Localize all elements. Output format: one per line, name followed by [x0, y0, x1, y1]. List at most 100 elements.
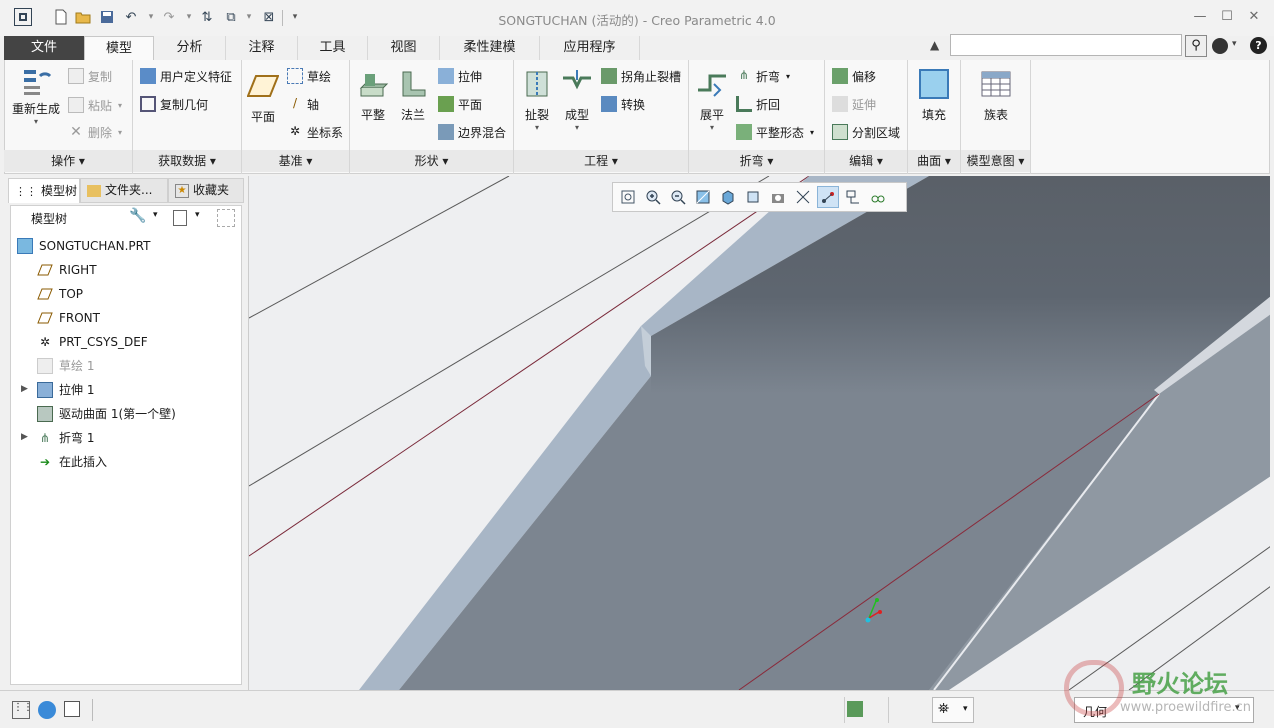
copy-geometry-button[interactable]: 复制几何	[140, 94, 208, 114]
plane-button[interactable]: 平面	[245, 70, 281, 125]
minimize-button[interactable]: —	[1190, 9, 1210, 27]
extend-button[interactable]: 延伸	[832, 94, 876, 114]
tree-item-top[interactable]: TOP	[37, 282, 83, 306]
family-table-label: 族表	[983, 108, 1008, 122]
refit-icon[interactable]	[617, 186, 639, 208]
group-shapes-label[interactable]: 形状 ▾	[350, 150, 514, 172]
tab-flexible-modeling[interactable]: 柔性建模	[440, 36, 540, 60]
tab-analysis[interactable]: 分析	[154, 36, 226, 60]
view-manager-icon[interactable]	[767, 186, 789, 208]
bend-back-button[interactable]: 折回	[736, 94, 780, 114]
udf-button[interactable]: 用户定义特征	[140, 66, 232, 86]
search-input[interactable]	[950, 34, 1182, 56]
extrude-button[interactable]: 拉伸	[438, 66, 482, 86]
spin-center-icon[interactable]	[817, 186, 839, 208]
tree-item-csys[interactable]: ✲ PRT_CSYS_DEF	[37, 330, 148, 354]
group-model-intent-label[interactable]: 模型意图 ▾	[961, 150, 1031, 172]
group-surfaces-label[interactable]: 曲面 ▾	[908, 150, 961, 172]
tab-applications[interactable]: 应用程序	[540, 36, 640, 60]
display-style-icon[interactable]	[717, 186, 739, 208]
unbend-dropdown-icon[interactable]: ▾	[710, 123, 714, 132]
tree-columns-icon[interactable]	[173, 210, 187, 226]
group-get-data-label[interactable]: 获取数据 ▾	[133, 150, 242, 172]
group-datum-label[interactable]: 基准 ▾	[242, 150, 350, 172]
group-operations-label[interactable]: 操作 ▾	[4, 150, 133, 172]
tree-settings-dropdown-icon[interactable]: ▾	[153, 210, 158, 220]
tab-annotate[interactable]: 注释	[226, 36, 298, 60]
regenerate-status-icon[interactable]	[847, 701, 863, 717]
bend-button[interactable]: ⋔ 折弯 ▾	[736, 66, 790, 86]
tree-item-front[interactable]: FRONT	[37, 306, 100, 330]
insert-arrow-icon: ➔	[39, 455, 51, 469]
tab-folder-browser[interactable]: 文件夹...	[80, 178, 168, 203]
paste-button[interactable]: 粘贴 ▾	[68, 95, 122, 115]
planar-button[interactable]: 平面	[438, 94, 482, 114]
tree-item-part[interactable]: SONGTUCHAN.PRT	[17, 234, 150, 258]
regenerate-button[interactable]: 重新生成 ▾	[8, 66, 64, 126]
rip-button[interactable]: 扯裂 ▾	[518, 68, 556, 132]
tree-item-insert-here[interactable]: ➔ 在此插入	[37, 450, 107, 474]
sketch-button[interactable]: 草绘	[287, 66, 331, 86]
corner-relief-button[interactable]: 拐角止裂槽	[601, 66, 681, 86]
tab-model[interactable]: 模型	[84, 36, 154, 61]
tab-favorites[interactable]: ★ 收藏夹	[168, 178, 244, 203]
collapse-ribbon-icon[interactable]: ▲	[930, 38, 939, 52]
tab-model-tree[interactable]: ⋮⋮ 模型树	[8, 178, 80, 203]
search-icon[interactable]: ⚲	[1185, 35, 1207, 57]
regenerate-dropdown-icon[interactable]: ▾	[34, 117, 38, 126]
tree-item-wall[interactable]: 驱动曲面 1(第一个壁)	[37, 402, 176, 426]
tree-settings-icon[interactable]: 🔧	[129, 208, 146, 224]
group-bends-label[interactable]: 折弯 ▾	[689, 150, 825, 172]
fill-button[interactable]: 填充	[915, 68, 953, 123]
flat-button[interactable]: 平整	[356, 68, 390, 123]
tree-item-sketch[interactable]: 草绘 1	[37, 354, 94, 378]
split-area-button[interactable]: 分割区域	[832, 122, 900, 142]
delete-button[interactable]: ✕ 删除 ▾	[68, 122, 122, 142]
boundary-blend-button[interactable]: 边界混合	[438, 122, 506, 142]
browser-icon[interactable]	[38, 701, 56, 719]
form-button[interactable]: 成型 ▾	[558, 68, 596, 132]
tab-view[interactable]: 视图	[368, 36, 440, 60]
tree-columns-dropdown-icon[interactable]: ▾	[195, 210, 200, 220]
find-button[interactable]: ⛯ ▾	[932, 697, 974, 723]
flange-button[interactable]: 法兰	[396, 68, 430, 123]
zoom-out-icon[interactable]	[667, 186, 689, 208]
tree-item-extrude[interactable]: 拉伸 1	[37, 378, 94, 402]
full-screen-icon[interactable]	[64, 701, 80, 717]
datum-display-icon[interactable]	[792, 186, 814, 208]
unbend-button[interactable]: 展平 ▾	[693, 68, 731, 132]
tree-item-right[interactable]: RIGHT	[37, 258, 97, 282]
repaint-icon[interactable]	[692, 186, 714, 208]
csys-button[interactable]: ✲ 坐标系	[287, 122, 343, 142]
title-bar: ↶ ▾ ↷ ▾ ⇅ ⧉ ▾ ⊠ ▾ SONGTUCHAN (活动的) - Cre…	[0, 0, 1274, 36]
rip-dropdown-icon[interactable]: ▾	[535, 123, 539, 132]
group-editing-label[interactable]: 编辑 ▾	[825, 150, 908, 172]
annotation-display-icon[interactable]	[842, 186, 864, 208]
offset-button[interactable]: 偏移	[832, 66, 876, 86]
zoom-in-icon[interactable]	[642, 186, 664, 208]
axis-button[interactable]: / 轴	[287, 94, 319, 114]
community-dropdown-icon[interactable]: ▾	[1232, 39, 1237, 49]
family-table-button[interactable]: 族表	[976, 68, 1016, 123]
extrude-label: 拉伸	[458, 69, 483, 84]
help-icon[interactable]: ?	[1250, 37, 1267, 54]
expand-arrow-icon[interactable]: ▶	[21, 432, 28, 442]
copy-button[interactable]: 复制	[68, 66, 112, 86]
tab-file[interactable]: 文件	[4, 36, 84, 60]
tree-filter-icon[interactable]	[217, 209, 235, 227]
group-engineering-label[interactable]: 工程 ▾	[514, 150, 689, 172]
perspective-icon[interactable]	[867, 186, 889, 208]
model-geometry	[249, 176, 1270, 690]
close-button[interactable]: ✕	[1244, 9, 1264, 27]
tree-item-bend[interactable]: ⋔ 折弯 1	[37, 426, 94, 450]
maximize-button[interactable]: ☐	[1217, 9, 1237, 27]
form-dropdown-icon[interactable]: ▾	[575, 123, 579, 132]
graphics-window[interactable]	[248, 176, 1270, 690]
expand-arrow-icon[interactable]: ▶	[21, 384, 28, 394]
convert-button[interactable]: 转换	[601, 94, 645, 114]
saved-views-icon[interactable]	[742, 186, 764, 208]
community-icon[interactable]	[1212, 38, 1228, 54]
tab-tools[interactable]: 工具	[298, 36, 368, 60]
flat-pattern-button[interactable]: 平整形态 ▾	[736, 122, 814, 142]
show-navigator-icon[interactable]: ⋮⋮	[12, 701, 33, 719]
